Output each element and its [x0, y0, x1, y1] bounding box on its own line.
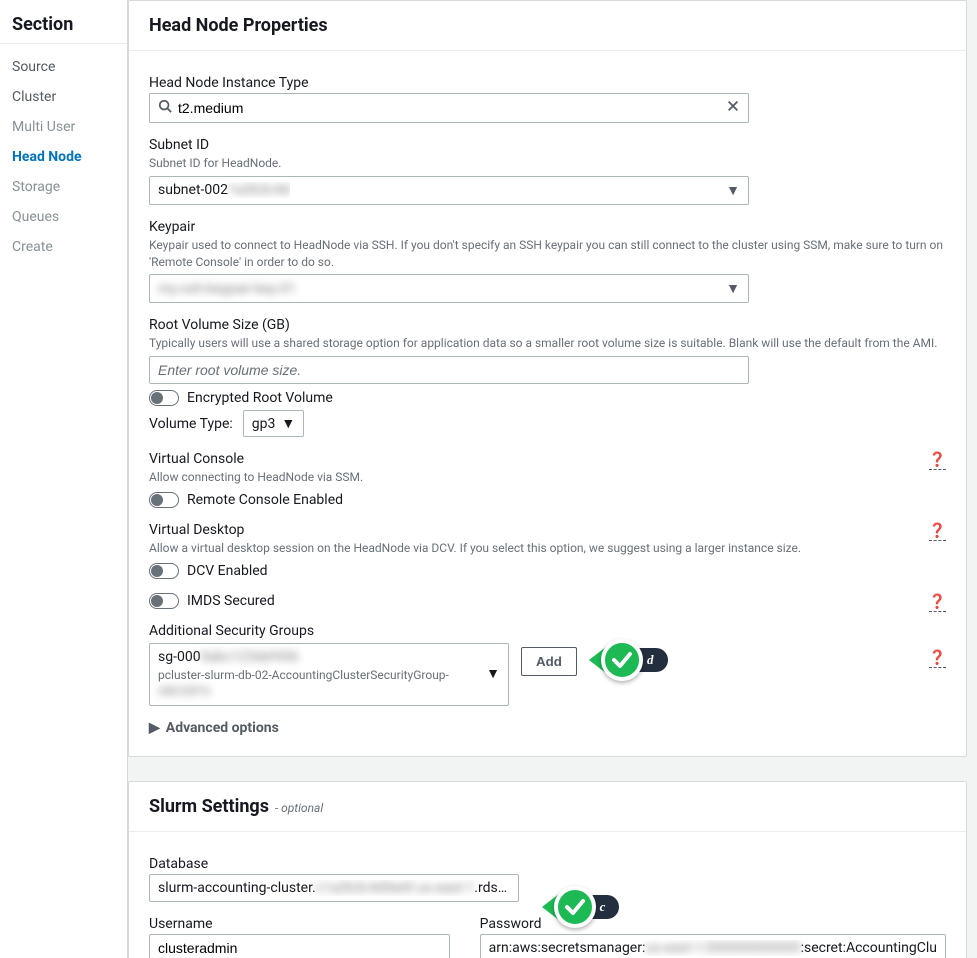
sg-subvalue: pcluster-slurm-db-02-AccountingClusterSe… [158, 668, 486, 699]
keypair-help: Keypair used to connect to HeadNode via … [149, 237, 946, 271]
user-input[interactable] [158, 940, 441, 956]
pw-label: Password [480, 916, 946, 932]
remote-console-toggle[interactable] [149, 492, 179, 508]
encrypted-toggle[interactable] [149, 390, 179, 406]
sidebar-item-queues[interactable]: Queues [0, 202, 127, 232]
user-input-wrap[interactable] [149, 934, 450, 958]
head-node-title: Head Node Properties [129, 1, 966, 51]
user-label: Username [149, 916, 450, 932]
instance-type-label: Head Node Instance Type [149, 75, 946, 91]
dcv-toggle[interactable] [149, 563, 179, 579]
slurm-title: Slurm Settings [149, 796, 269, 817]
field-virtual-console: ❓ Virtual Console Allow connecting to He… [149, 451, 946, 508]
help-icon[interactable]: ❓ [929, 595, 946, 612]
sidebar-item-headnode[interactable]: Head Node [0, 142, 127, 172]
app-root: Section Source Cluster Multi User Head N… [0, 0, 977, 958]
caret-down-icon: ▼ [726, 182, 740, 199]
db-value: slurm-accounting-cluster.c1a2b3c4d5e6f.u… [158, 880, 510, 896]
field-database: Database slurm-accounting-cluster.c1a2b3… [149, 856, 946, 902]
field-keypair: Keypair Keypair used to connect to HeadN… [149, 219, 946, 304]
keypair-value: my-ssh-keypair-key-01 [158, 281, 296, 297]
voltype-select[interactable]: gp3 ▼ [243, 410, 304, 437]
field-username: Username b [149, 916, 450, 958]
db-input-wrap[interactable]: slurm-accounting-cluster.c1a2b3c4d5e6f.u… [149, 874, 519, 902]
search-icon [158, 99, 172, 117]
panel-head-node: Head Node Properties Head Node Instance … [128, 0, 967, 757]
check-icon [601, 639, 643, 681]
subnet-value: subnet-0021a2b3c4d [158, 182, 290, 198]
vconsole-help: Allow connecting to HeadNode via SSM. [149, 469, 946, 486]
db-label: Database [149, 856, 946, 872]
vdesktop-label: Virtual Desktop [149, 522, 946, 538]
sg-value: sg-0000abc123def456 [158, 648, 486, 666]
voltype-label: Volume Type: [149, 416, 233, 432]
sidebar-item-cluster[interactable]: Cluster [0, 82, 127, 112]
caret-down-icon: ▼ [486, 665, 500, 682]
sidebar-item-storage[interactable]: Storage [0, 172, 127, 202]
rootvol-input[interactable] [158, 362, 740, 378]
field-virtual-desktop: ❓ Virtual Desktop Allow a virtual deskto… [149, 522, 946, 579]
help-icon[interactable]: ❓ [929, 453, 946, 470]
pw-value: arn:aws:secretsmanager:us-east-1:0000000… [489, 940, 937, 956]
keypair-select[interactable]: my-ssh-keypair-key-01 ▼ [149, 274, 749, 303]
instance-type-input[interactable] [178, 100, 726, 116]
caret-down-icon: ▼ [281, 415, 295, 432]
pw-input-wrap[interactable]: arn:aws:secretsmanager:us-east-1:0000000… [480, 934, 946, 958]
field-root-volume: Root Volume Size (GB) Typically users wi… [149, 317, 946, 437]
caret-down-icon: ▼ [726, 280, 740, 297]
sidebar-item-create[interactable]: Create [0, 232, 127, 262]
advanced-options-label: Advanced options [166, 720, 279, 736]
field-imds: ❓ IMDS Secured [149, 593, 946, 609]
instance-type-input-wrap[interactable] [149, 93, 749, 123]
subnet-help: Subnet ID for HeadNode. [149, 155, 946, 172]
help-icon[interactable]: ❓ [929, 524, 946, 541]
rootvol-input-wrap[interactable] [149, 356, 749, 384]
panel-slurm: Slurm Settings - optional Database slurm… [128, 781, 967, 958]
subnet-select[interactable]: subnet-0021a2b3c4d ▼ [149, 176, 749, 205]
subnet-label: Subnet ID [149, 137, 946, 153]
keypair-label: Keypair [149, 219, 946, 235]
dcv-label: DCV Enabled [187, 563, 268, 579]
rootvol-help: Typically users will use a shared storag… [149, 335, 946, 352]
vconsole-label: Virtual Console [149, 451, 946, 467]
main-content: Head Node Properties Head Node Instance … [128, 0, 977, 958]
sidebar-item-multiuser[interactable]: Multi User [0, 112, 127, 142]
remote-console-label: Remote Console Enabled [187, 492, 343, 508]
callout-d-label: d [613, 648, 668, 672]
field-password: Password arn:aws:secretsmanager:us-east-… [480, 916, 946, 958]
add-button[interactable]: Add [521, 647, 577, 676]
advanced-options-toggle[interactable]: ▶ Advanced options [149, 720, 946, 736]
sidebar-title: Section [0, 0, 127, 44]
encrypted-label: Encrypted Root Volume [187, 390, 333, 406]
voltype-value: gp3 [252, 416, 276, 432]
field-subnet: Subnet ID Subnet ID for HeadNode. subnet… [149, 137, 946, 205]
field-instance-type: Head Node Instance Type [149, 75, 946, 123]
imds-label: IMDS Secured [187, 593, 275, 609]
sg-label: Additional Security Groups [149, 623, 946, 639]
imds-toggle[interactable] [149, 593, 179, 609]
caret-right-icon: ▶ [149, 720, 160, 736]
sidebar-item-source[interactable]: Source [0, 52, 127, 82]
clear-icon[interactable] [726, 99, 740, 117]
vdesktop-help: Allow a virtual desktop session on the H… [149, 540, 946, 557]
slurm-subtitle: - optional [275, 801, 323, 815]
sg-select[interactable]: sg-0000abc123def456 pcluster-slurm-db-02… [149, 643, 509, 706]
sidebar: Section Source Cluster Multi User Head N… [0, 0, 128, 958]
field-security-groups: ❓ Additional Security Groups sg-0000abc1… [149, 623, 946, 706]
rootvol-label: Root Volume Size (GB) [149, 317, 946, 333]
